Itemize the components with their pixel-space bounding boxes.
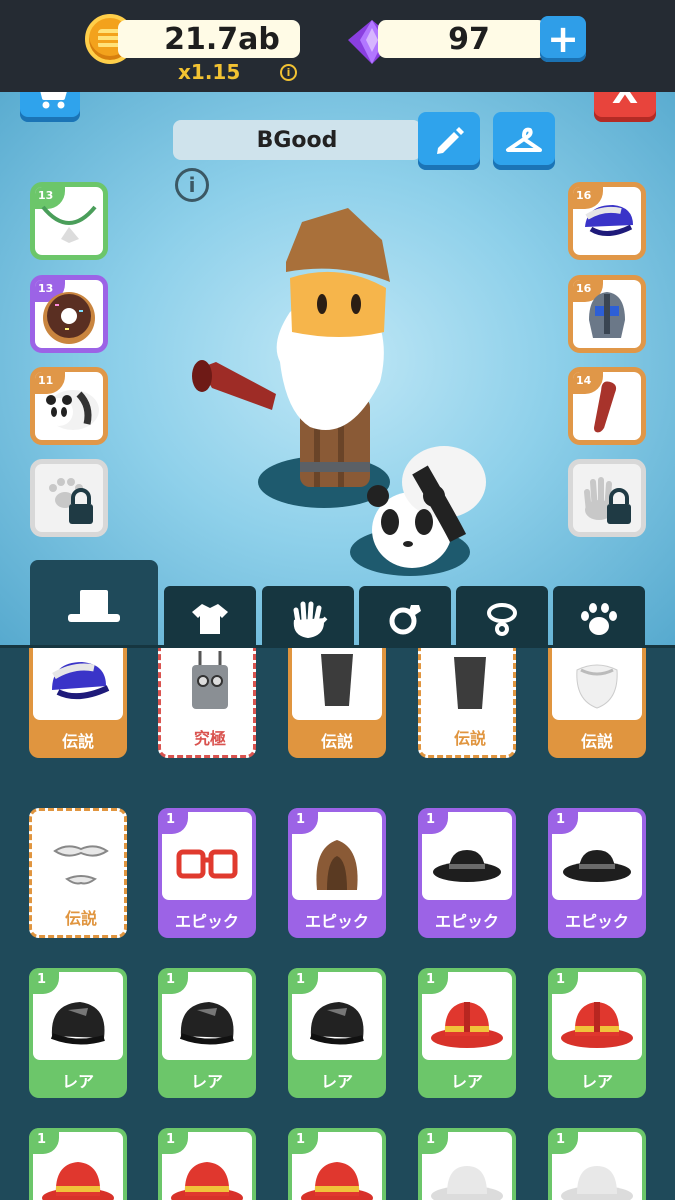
slot-pet-locked[interactable] <box>30 459 108 537</box>
category-tabs <box>0 560 675 652</box>
item-level: 1 <box>426 972 436 987</box>
item-card[interactable]: 1 <box>158 1128 256 1200</box>
edit-name-button[interactable] <box>418 112 480 170</box>
rarity-label: レア <box>61 1072 94 1091</box>
shop-cart-button[interactable] <box>20 92 80 122</box>
item-level: 1 <box>556 1132 566 1147</box>
rarity-label: レア <box>450 1072 483 1091</box>
rarity-label: エピック <box>174 912 239 931</box>
item-level: 1 <box>426 1132 436 1147</box>
item-card[interactable]: 1 <box>548 1128 646 1200</box>
paw-icon <box>581 603 617 635</box>
buy-gems-button[interactable]: + <box>540 16 586 62</box>
player-name-field[interactable]: BGood <box>173 120 421 160</box>
slot-hat[interactable]: 16 <box>568 182 646 260</box>
item-card[interactable]: 1 レア <box>418 968 516 1098</box>
slot-pet[interactable]: 11 <box>30 367 108 445</box>
slot-donut[interactable]: 13 <box>30 275 108 353</box>
pencil-icon <box>437 127 464 154</box>
item-level: 1 <box>556 812 566 827</box>
gem-balance: 97 <box>378 20 546 58</box>
top-bar: 21.7ab 97 + x1.15 i <box>0 0 675 92</box>
shirt-icon <box>192 604 228 634</box>
rarity-label: 究極 <box>193 729 226 748</box>
item-card[interactable]: 1 レア <box>29 968 127 1098</box>
tab-hats[interactable] <box>30 560 158 652</box>
slot-hand[interactable]: 14 <box>568 367 646 445</box>
slot-glove-locked[interactable] <box>568 459 646 537</box>
top-hat-icon <box>321 654 353 706</box>
rarity-label: 伝説 <box>580 732 613 751</box>
coin-multiplier: x1.15 <box>178 60 241 84</box>
hand-lock-icon <box>584 477 631 524</box>
item-card[interactable]: 1 エピック <box>418 808 516 938</box>
item-card[interactable]: 1 エピック <box>288 808 386 938</box>
item-level: 1 <box>166 1132 176 1147</box>
rarity-label: レア <box>190 1072 223 1091</box>
item-level: 1 <box>556 972 566 987</box>
item-card[interactable]: 1 <box>288 1128 386 1200</box>
necklace-tab-icon <box>487 603 517 636</box>
rarity-label: 伝説 <box>320 732 353 751</box>
item-card[interactable]: 伝説 <box>29 808 127 938</box>
cap-icon <box>52 662 110 700</box>
hanger-icon <box>506 127 542 152</box>
rarity-label: レア <box>320 1072 353 1091</box>
rarity-label: 伝説 <box>453 729 486 748</box>
rarity-label: 伝説 <box>61 732 94 751</box>
item-card[interactable]: 1 <box>418 1128 516 1200</box>
multiplier-info-icon[interactable]: i <box>280 64 297 81</box>
tab-pets[interactable] <box>553 586 645 652</box>
item-card[interactable]: 伝説 <box>288 648 386 758</box>
rarity-label: エピック <box>564 912 629 931</box>
item-level: 1 <box>296 1132 306 1147</box>
item-level: 1 <box>296 972 306 987</box>
tab-hands[interactable] <box>262 586 354 652</box>
item-card[interactable]: 1 レア <box>548 968 646 1098</box>
tab-rings[interactable] <box>359 586 451 652</box>
rarity-label: レア <box>580 1072 613 1091</box>
tab-shirts[interactable] <box>164 586 256 652</box>
item-card[interactable]: 1 レア <box>158 968 256 1098</box>
rarity-label: エピック <box>434 912 499 931</box>
item-card[interactable]: 1 レア <box>288 968 386 1098</box>
item-card[interactable]: 1 エピック <box>158 808 256 938</box>
item-level: 1 <box>37 1132 47 1147</box>
tab-necklaces[interactable] <box>456 586 548 652</box>
top-hat-icon <box>454 657 486 709</box>
paw-lock-icon <box>49 478 93 524</box>
item-card[interactable]: 伝説 <box>548 648 646 758</box>
robot-head-icon <box>192 651 228 709</box>
hat-icon <box>68 590 120 622</box>
rarity-label: エピック <box>304 912 369 931</box>
coin-balance: 21.7ab <box>118 20 300 58</box>
close-button[interactable]: X <box>594 92 656 122</box>
item-card[interactable]: 究極 <box>158 648 256 758</box>
item-level: 1 <box>37 972 47 987</box>
slot-head[interactable]: 16 <box>568 275 646 353</box>
item-card[interactable]: 伝説 <box>29 648 127 758</box>
slot-necklace[interactable]: 13 <box>30 182 108 260</box>
mustache-icon <box>53 845 109 885</box>
item-card[interactable]: 伝説 <box>418 648 516 758</box>
item-level: 1 <box>166 972 176 987</box>
hand-icon <box>293 601 328 638</box>
ring-icon <box>389 605 421 635</box>
rarity-label: 伝説 <box>64 909 97 928</box>
item-grid: 伝説 究極 伝説 伝説 伝説 伝説 1 エピック 1 エピック 1 エピック 1… <box>0 645 675 1200</box>
item-level: 1 <box>296 812 306 827</box>
item-card[interactable]: 1 エピック <box>548 808 646 938</box>
item-card[interactable]: 1 <box>29 1128 127 1200</box>
item-level: 1 <box>166 812 176 827</box>
item-level: 1 <box>426 812 436 827</box>
outfit-button[interactable] <box>493 112 555 170</box>
cart-icon <box>40 92 67 109</box>
beard-icon <box>576 664 618 709</box>
